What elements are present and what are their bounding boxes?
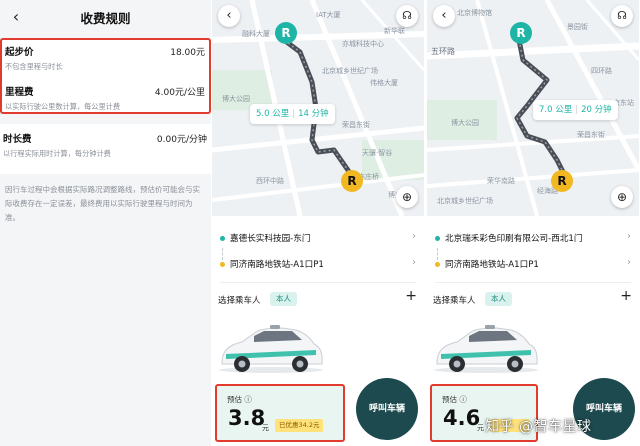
rider-chip[interactable]: 本人 [485,292,512,306]
start-pin-icon: R [510,22,532,44]
add-rider-icon[interactable]: + [620,288,632,304]
duration-fee-note: 以行程实际用时计算，每分钟计费 [3,149,111,158]
map-label: 北京城乡世纪广场 [322,67,378,75]
end-pin-icon: R [341,170,363,192]
booking-sheet: 北京瑞禾彩色印刷有限公司-西北1门 › 同济南路地铁站-A1口P1 › 选择乘车… [427,216,639,446]
highlighted-fee-card: 起步价 18.00元 不包含里程与时长 里程费 4.00元/公里 以实际行驶公里… [0,38,211,114]
headset-support-icon[interactable]: ☊ [611,5,633,27]
chevron-right-icon: › [412,231,416,242]
trip-screen-b: 五环路 博大公园 荣昌东街 景园街 京东站 经海路 荣华南路 北京博物馆 北京城… [427,0,639,446]
header: ‹ 收费规则 [0,0,211,34]
robotaxi-car-image [219,325,323,373]
add-rider-icon[interactable]: + [405,288,417,304]
map-label: 西环中路 [256,177,284,185]
map-label: 荣昌东街 [342,121,370,129]
estimate-price: 4.6 [443,406,481,430]
destination-row[interactable]: 同济南路地铁站-A1口P1 › [212,254,424,276]
mileage-fee-note: 以实际行驶公里数计算，每公里计费 [5,102,121,111]
destination-dot-icon [435,262,440,267]
estimate-price: 3.8 [228,406,266,430]
origin-dot-icon [220,236,225,241]
map-label: 五环路 [431,47,455,56]
origin-text: 嘉德长实科技园-东门 [230,234,311,244]
locate-icon[interactable]: ⊕ [396,186,418,208]
map-label: 北京城乡世纪广场 [437,197,493,205]
route-map[interactable]: IAT大厦 融科大厦 北京城乡世纪广场 亦城科技中心 新华联 伟格大厦 博大公园… [212,0,424,216]
fee-rules-screen: ‹ 收费规则 起步价 18.00元 不包含里程与时长 里程费 4.00元/公里 … [0,0,211,446]
map-label: 亦城科技中心 [342,40,384,48]
route-distance: 7.0 公里 [539,105,573,115]
locate-icon[interactable]: ⊕ [611,186,633,208]
chevron-right-icon: › [627,231,631,242]
route-duration: 20 分钟 [581,105,612,115]
rider-label: 选择乘车人 [218,296,261,306]
duration-fee-label: 时长费 [3,134,32,145]
origin-row[interactable]: 嘉德长实科技园-东门 › [212,228,424,250]
destination-dot-icon [220,262,225,267]
mileage-fee-value: 4.00元/公里 [154,87,205,98]
map-label: 荣昌东街 [577,131,605,139]
route-map[interactable]: 五环路 博大公园 荣昌东街 景园街 京东站 经海路 荣华南路 北京博物馆 北京城… [427,0,639,216]
end-pin-icon: R [551,170,573,192]
chevron-right-icon: › [627,257,631,268]
mileage-fee-row: 里程费 4.00元/公里 [2,84,209,98]
start-fee-label: 起步价 [5,47,34,58]
back-arrow-icon[interactable]: ‹ [433,5,455,27]
divider [220,282,416,283]
mileage-fee-label: 里程费 [5,87,34,98]
estimate-card: 预估 ⓘ 3.8 元 已优惠34.2元 [215,384,345,442]
headset-support-icon[interactable]: ☊ [396,5,418,27]
map-label: 天骥·智谷 [362,149,393,157]
route-summary: 5.0 公里 | 14 分钟 [250,104,335,124]
map-label: 融科大厦 [242,30,270,38]
estimate-label: 预估 ⓘ [442,395,467,404]
start-fee-note: 不包含里程与时长 [5,62,63,71]
divider [435,282,631,283]
map-label: 北京博物馆 [457,9,492,17]
start-fee-row: 起步价 18.00元 [2,44,209,58]
destination-row[interactable]: 同济南路地铁站-A1口P1 › [427,254,639,276]
destination-text: 同济南路地铁站-A1口P1 [445,260,539,270]
map-label: 博大公园 [222,95,250,103]
duration-fee-value: 0.00元/分钟 [156,134,207,145]
map-label: 伟格大厦 [370,79,398,87]
chevron-right-icon: › [412,257,416,268]
origin-row[interactable]: 北京瑞禾彩色印刷有限公司-西北1门 › [427,228,639,250]
duration-fee-row: 时长费 0.00元/分钟 [0,131,211,145]
back-arrow-icon[interactable]: ‹ [218,5,240,27]
origin-dot-icon [435,236,440,241]
booking-sheet: 嘉德长实科技园-东门 › 同济南路地铁站-A1口P1 › 选择乘车人 本人 + … [212,216,424,446]
map-label: 景园街 [567,23,588,31]
trip-screen-a: IAT大厦 融科大厦 北京城乡世纪广场 亦城科技中心 新华联 伟格大厦 博大公园… [212,0,424,446]
map-label: IAT大厦 [316,11,341,19]
estimate-label: 预估 ⓘ [227,395,252,404]
disclaimer-text: 因行车过程中会根据实际路况调整路线，预估价可能会与实际收费存在一定误差，最终费用… [5,185,200,222]
map-label: 荣华南路 [487,177,515,185]
map-label: 四环路 [591,67,612,75]
currency-unit: 元 [262,424,269,432]
watermark: 知乎 @智车星球 [485,419,592,435]
rider-label: 选择乘车人 [433,296,476,306]
rider-chip[interactable]: 本人 [270,292,297,306]
destination-text: 同济南路地铁站-A1口P1 [230,260,324,270]
route-duration: 14 分钟 [298,109,329,119]
duration-fee-card: 时长费 0.00元/分钟 以行程实际用时计算，每分钟计费 [0,124,211,174]
route-distance: 5.0 公里 [256,109,290,119]
map-label: 博大公园 [451,119,479,127]
robotaxi-car-image [434,325,538,373]
currency-unit: 元 [477,424,484,432]
map-label: 新华联 [384,27,405,35]
route-summary: 7.0 公里 | 20 分钟 [533,100,618,120]
start-fee-value: 18.00元 [170,47,205,58]
start-pin-icon: R [275,22,297,44]
discount-badge: 已优惠34.2元 [275,419,324,432]
call-car-button[interactable]: 呼叫车辆 [356,378,418,440]
page-title: 收费规则 [80,11,131,26]
origin-text: 北京瑞禾彩色印刷有限公司-西北1门 [445,234,583,244]
